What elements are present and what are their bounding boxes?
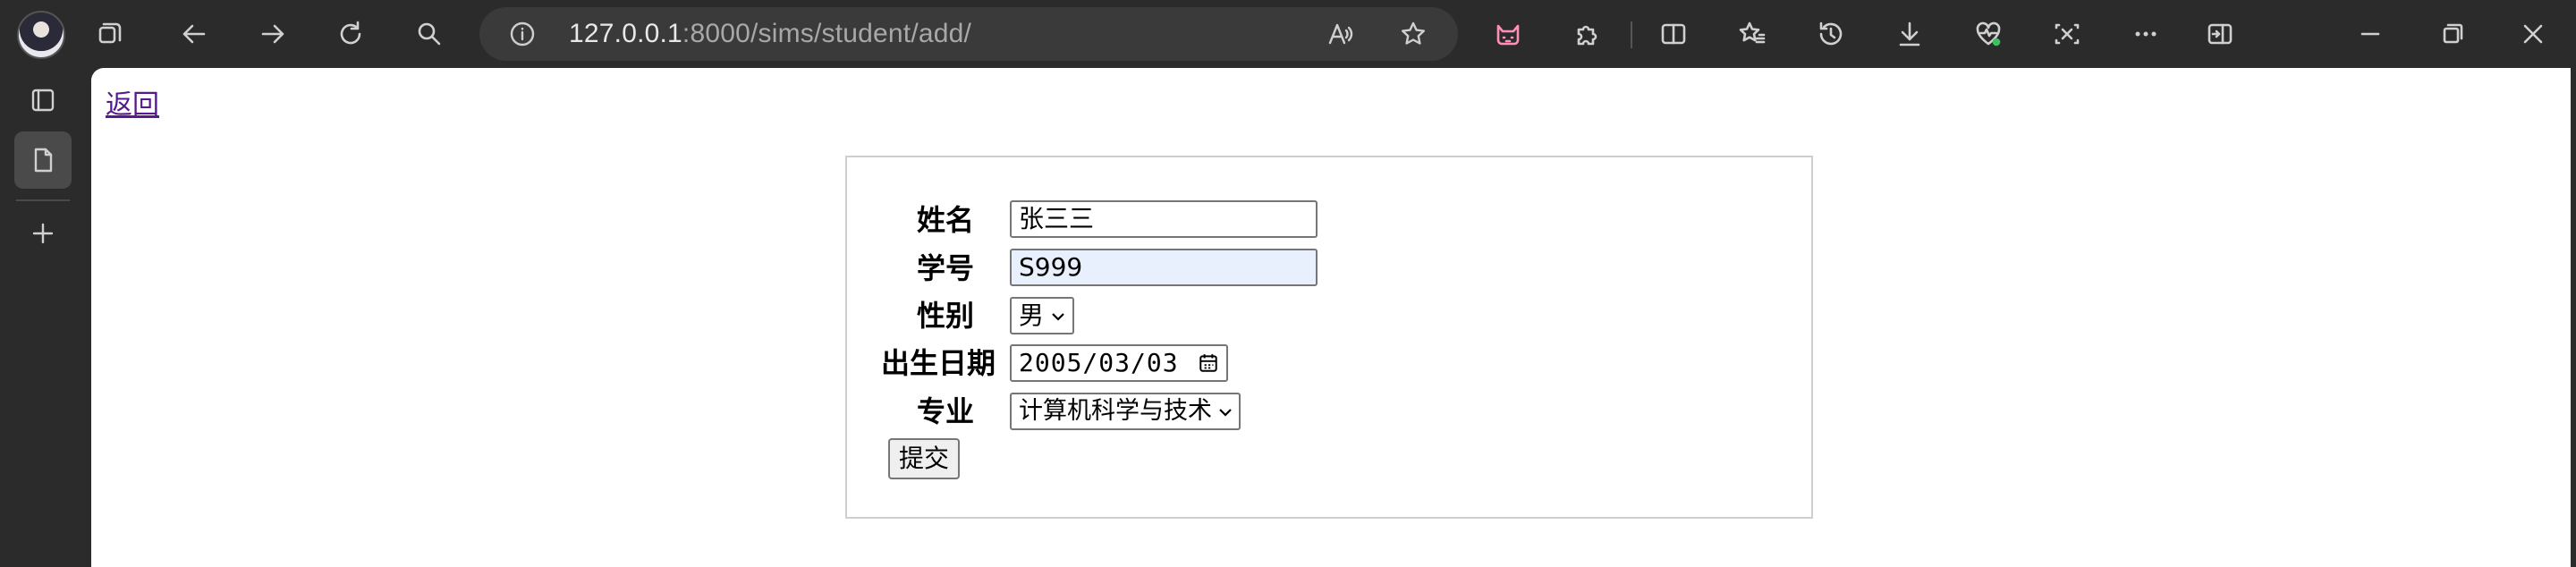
- name-input[interactable]: 张三三: [1010, 200, 1318, 238]
- birthdate-row: 出生日期 2005/03/03: [847, 342, 1811, 385]
- major-label: 专业: [916, 394, 974, 428]
- url-host: 127.0.0.1: [569, 19, 682, 48]
- downloads-icon[interactable]: [1892, 16, 1928, 52]
- major-select[interactable]: 计算机科学与技术: [1010, 393, 1241, 430]
- back-link[interactable]: 返回: [106, 82, 159, 122]
- chevron-down-icon: [1052, 313, 1064, 321]
- gender-select[interactable]: 男: [1010, 297, 1074, 334]
- profile-avatar[interactable]: [17, 11, 65, 59]
- read-aloud-icon[interactable]: [1325, 18, 1357, 50]
- page-content: 返回 姓名 张三三 学号 S999 性别 男 出生日期 2005/03/03 专…: [91, 68, 2571, 567]
- sidebar-toggle-icon[interactable]: [2202, 16, 2238, 52]
- name-row: 姓名 张三三: [847, 199, 1811, 241]
- student-id-row: 学号 S999: [847, 247, 1811, 290]
- new-tab-icon[interactable]: [14, 205, 72, 262]
- student-id-label: 学号: [916, 251, 974, 285]
- restore-icon[interactable]: [2435, 16, 2470, 52]
- name-label: 姓名: [916, 203, 974, 237]
- workspaces-icon[interactable]: [92, 16, 128, 52]
- close-icon[interactable]: [2515, 16, 2551, 52]
- minimize-icon[interactable]: [2352, 16, 2388, 52]
- vertical-tab-sidebar: [0, 68, 91, 567]
- extensions-icon[interactable]: [1569, 16, 1605, 52]
- gender-row: 性别 男: [847, 294, 1811, 337]
- history-icon[interactable]: [1813, 16, 1849, 52]
- birthdate-input[interactable]: 2005/03/03: [1010, 344, 1228, 382]
- favorite-star-icon[interactable]: [1397, 18, 1429, 50]
- calendar-icon[interactable]: [1198, 352, 1219, 374]
- chevron-down-icon: [1219, 409, 1232, 417]
- search-icon[interactable]: [411, 16, 447, 52]
- more-icon[interactable]: [2128, 16, 2164, 52]
- student-form: 姓名 张三三 学号 S999 性别 男 出生日期 2005/03/03 专业 计…: [845, 156, 1813, 519]
- birthdate-value: 2005/03/03: [1019, 348, 1179, 377]
- birthdate-label: 出生日期: [880, 346, 996, 380]
- extension-cat-icon[interactable]: [1490, 16, 1526, 52]
- refresh-icon[interactable]: [333, 16, 369, 52]
- forward-icon[interactable]: [255, 16, 291, 52]
- page-tab-icon[interactable]: [14, 131, 72, 189]
- back-icon[interactable]: [176, 16, 212, 52]
- info-icon[interactable]: [506, 18, 538, 50]
- address-bar[interactable]: 127.0.0.1:8000/sims/student/add/: [479, 7, 1458, 61]
- gender-select-value: 男: [1019, 300, 1045, 330]
- split-screen-icon[interactable]: [1656, 16, 1691, 52]
- gender-label: 性别: [916, 299, 974, 333]
- submit-button[interactable]: 提交: [888, 438, 961, 479]
- browser-toolbar: 127.0.0.1:8000/sims/student/add/: [0, 0, 2576, 68]
- major-select-value: 计算机科学与技术: [1019, 397, 1212, 425]
- screenshot-icon[interactable]: [2049, 16, 2085, 52]
- major-row: 专业 计算机科学与技术: [847, 390, 1811, 433]
- url-text[interactable]: 127.0.0.1:8000/sims/student/add/: [569, 7, 971, 61]
- sidebar-divider: [16, 199, 70, 201]
- favorites-icon[interactable]: [1734, 16, 1770, 52]
- toolbar-separator: [1631, 21, 1632, 48]
- url-path: :8000/sims/student/add/: [682, 19, 972, 48]
- browser-health-icon[interactable]: [1970, 16, 2006, 52]
- student-id-input[interactable]: S999: [1010, 249, 1318, 286]
- tab-actions-icon[interactable]: [14, 72, 72, 129]
